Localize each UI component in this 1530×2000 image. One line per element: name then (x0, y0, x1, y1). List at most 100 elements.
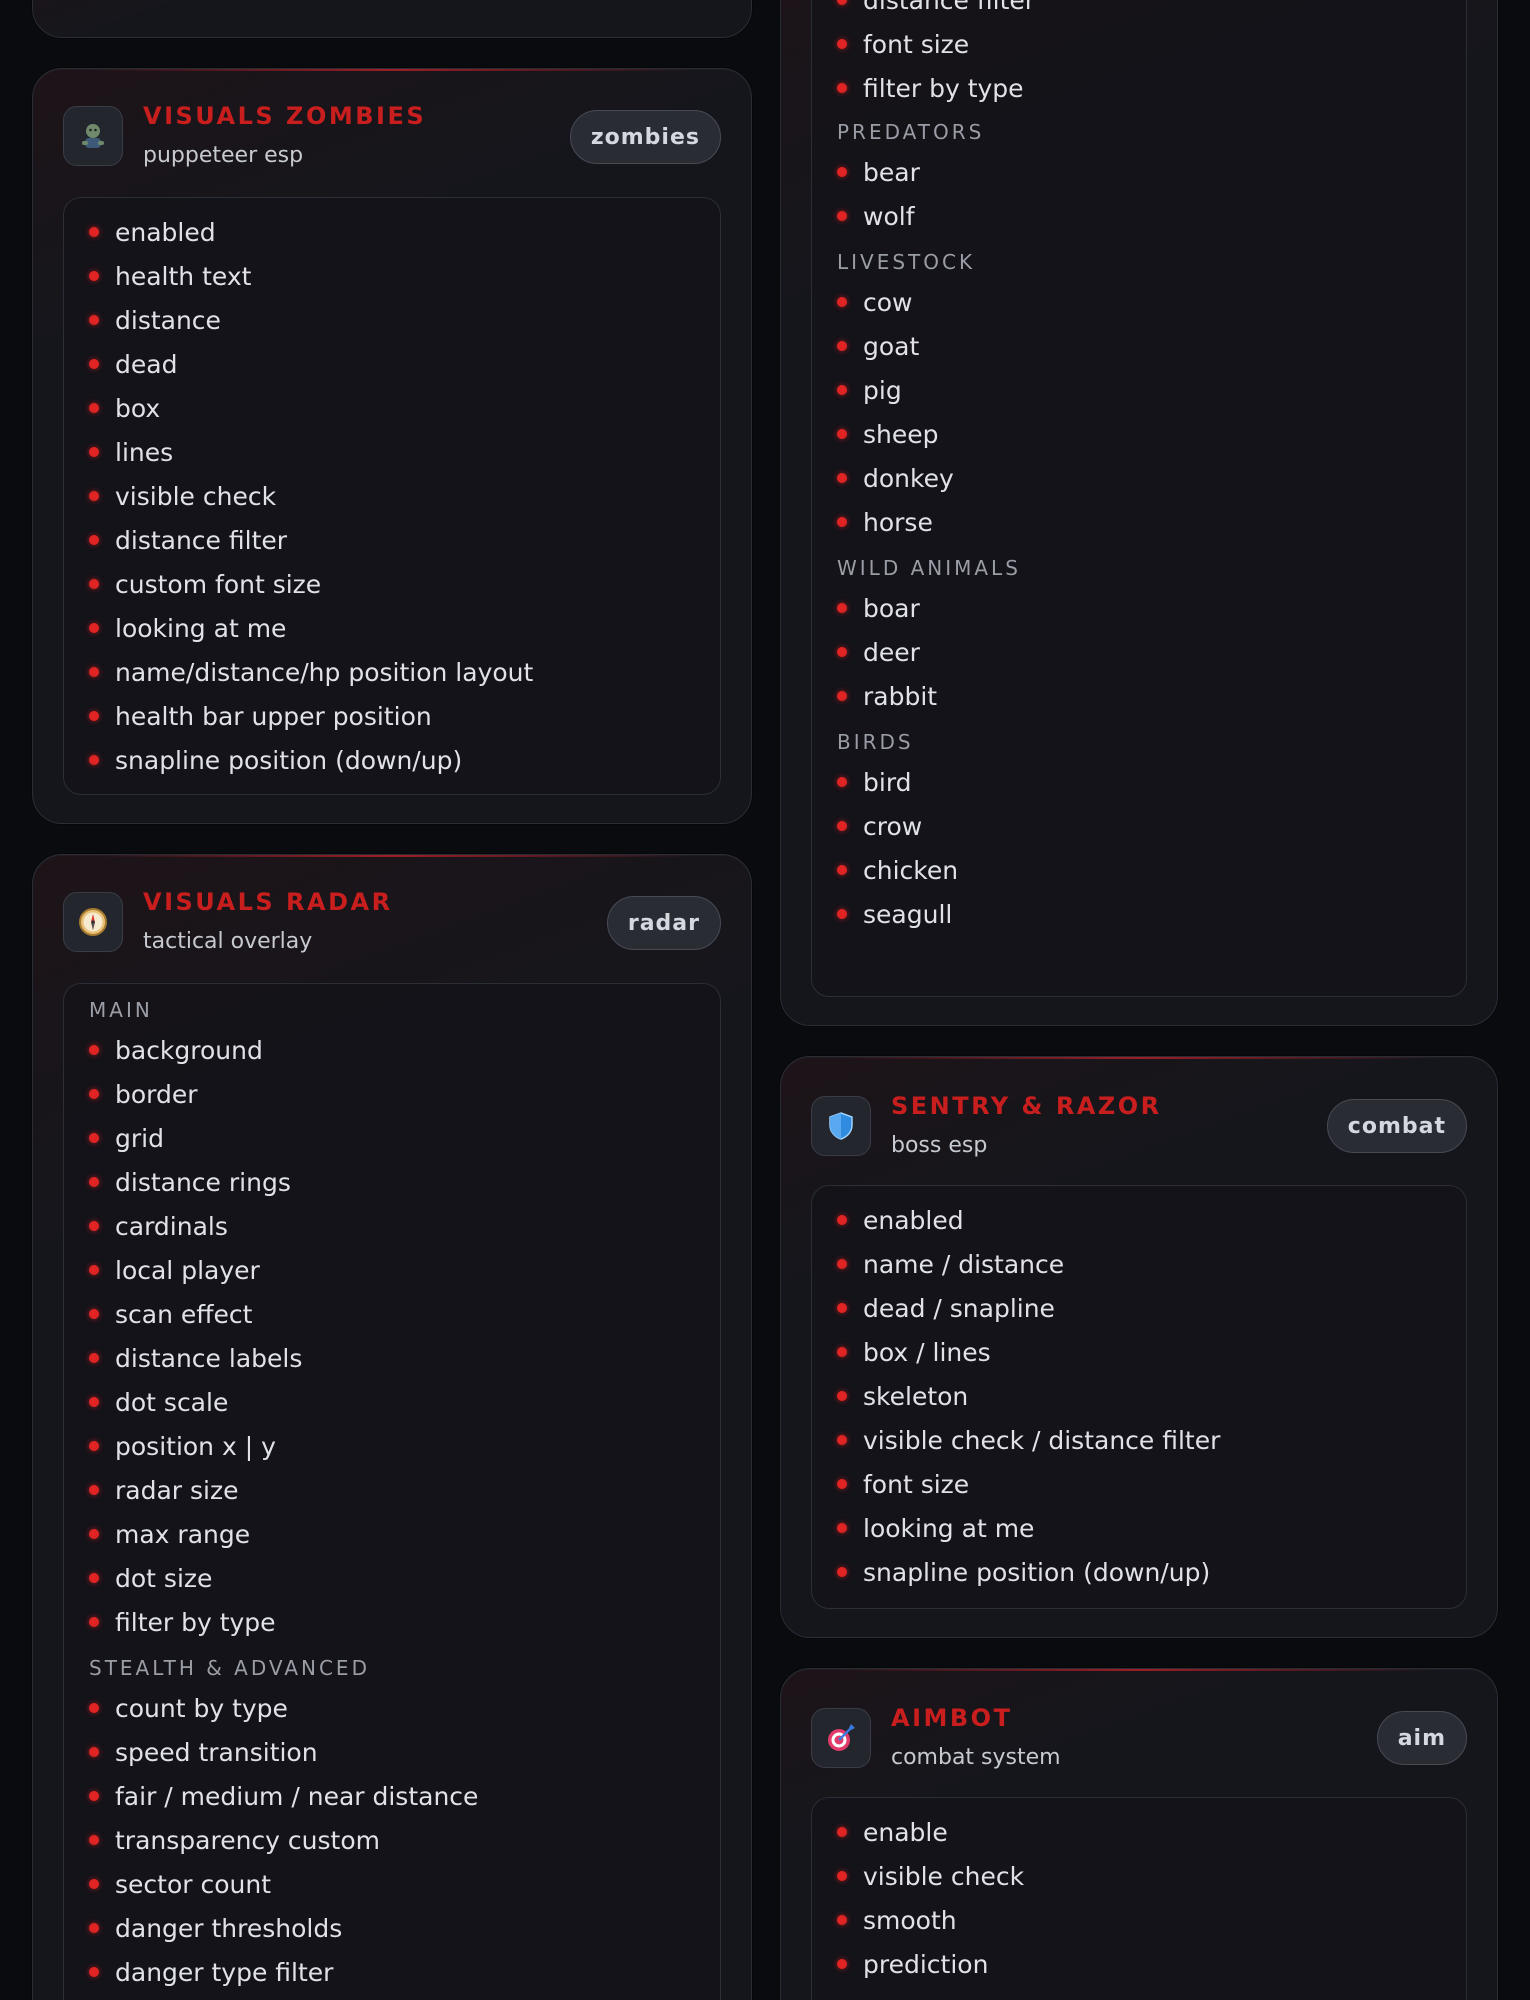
list-item[interactable]: enabled (837, 1198, 964, 1242)
list-item[interactable]: skeleton (837, 1374, 968, 1418)
list-item[interactable]: looking at me (89, 606, 286, 650)
list-item[interactable]: looking at me (837, 1506, 1034, 1550)
list-item-label: sheep (863, 419, 939, 449)
sentry-badge[interactable]: combat (1326, 1099, 1467, 1153)
list-item[interactable]: pig (837, 368, 902, 412)
bullet-icon (89, 667, 99, 677)
bullet-icon (837, 385, 847, 395)
bullet-icon (89, 755, 99, 765)
list-item-label: speed transition (115, 1737, 318, 1767)
bullet-icon (89, 1089, 99, 1099)
bullet-icon (89, 623, 99, 633)
list-item[interactable]: rabbit (837, 674, 937, 718)
aimbot-badge[interactable]: aim (1376, 1711, 1467, 1765)
bullet-icon (89, 1529, 99, 1539)
bullet-icon (837, 473, 847, 483)
list-item[interactable]: goat (837, 324, 919, 368)
animals-card: distance filter font size filter by type PR… (780, 0, 1498, 1026)
list-item[interactable]: enabled (89, 210, 216, 254)
aimbot-list-panel: enable visible check smooth prediction (811, 1797, 1467, 2000)
list-item[interactable]: position x | y (89, 1424, 276, 1468)
list-item[interactable]: chicken (837, 848, 958, 892)
list-item[interactable]: snapline position (down/up) (89, 738, 462, 782)
list-item[interactable]: visible check / distance filter (837, 1418, 1220, 1462)
radar-card: VISUALS RADAR tactical overlay radar MAI… (32, 854, 752, 2000)
bullet-icon (837, 1391, 847, 1401)
section-header: MAIN (89, 998, 153, 1022)
list-item[interactable]: font size (837, 1462, 969, 1506)
bullet-icon (837, 1303, 847, 1313)
list-item[interactable]: boar (837, 586, 920, 630)
list-item[interactable]: name / distance (837, 1242, 1064, 1286)
zombies-title: VISUALS ZOMBIES (143, 102, 427, 130)
list-item[interactable]: cow (837, 280, 913, 324)
list-item[interactable]: count by type (89, 1686, 288, 1730)
list-item[interactable]: box / lines (837, 1330, 991, 1374)
list-item[interactable]: snapline position (down/up) (837, 1550, 1210, 1594)
aimbot-icon-box (811, 1708, 871, 1768)
list-item[interactable]: donkey (837, 456, 954, 500)
list-item[interactable]: filter by type (89, 1600, 276, 1644)
list-item[interactable]: enable (837, 1810, 948, 1854)
list-item-label: prediction (863, 1949, 989, 1979)
list-item[interactable]: name/distance/hp position layout (89, 650, 533, 694)
section-header: BIRDS (837, 730, 914, 754)
list-item[interactable]: dead (89, 342, 177, 386)
list-item-label: distance (115, 305, 221, 335)
list-item[interactable]: sheep (837, 412, 939, 456)
list-item[interactable]: cardinals (89, 1204, 228, 1248)
list-item-label: enabled (115, 217, 216, 247)
list-item[interactable]: prediction (837, 1942, 988, 1986)
list-item-label: visible check (115, 481, 277, 511)
list-item[interactable]: distance filter (89, 518, 287, 562)
radar-icon-box (63, 892, 123, 952)
list-item[interactable]: local player (89, 1248, 260, 1292)
list-item[interactable]: max range (89, 1512, 250, 1556)
list-item-label: transparency custom (115, 1825, 380, 1855)
list-item[interactable]: lines (89, 430, 173, 474)
list-item[interactable]: radar size (89, 1468, 239, 1512)
list-item-label: dead (115, 349, 178, 379)
list-item[interactable]: background (89, 1028, 263, 1072)
radar-badge[interactable]: radar (606, 896, 721, 950)
list-item[interactable]: smooth (837, 1898, 957, 1942)
list-item[interactable]: scan effect (89, 1292, 252, 1336)
list-item[interactable]: grid (89, 1116, 164, 1160)
list-item[interactable]: danger type filter (89, 1950, 333, 1994)
list-item[interactable]: speed transition (89, 1730, 318, 1774)
list-item[interactable]: visible check (837, 1854, 1024, 1898)
list-item[interactable]: bear (837, 150, 920, 194)
list-item[interactable]: dead / snapline (837, 1286, 1055, 1330)
list-item[interactable]: filter by type (837, 66, 1024, 110)
list-item[interactable]: bird (837, 760, 912, 804)
list-item[interactable]: font size (837, 22, 969, 66)
list-item-label: position x | y (115, 1431, 276, 1461)
bullet-icon (837, 777, 847, 787)
list-item[interactable]: health text (89, 254, 251, 298)
list-item[interactable]: border (89, 1072, 198, 1116)
list-item[interactable]: distance rings (89, 1160, 291, 1204)
list-item[interactable]: sector count (89, 1862, 271, 1906)
list-item[interactable]: dot scale (89, 1380, 228, 1424)
list-item[interactable]: distance filter (837, 0, 1035, 22)
list-item[interactable]: custom font size (89, 562, 321, 606)
list-item[interactable]: visible check (89, 474, 276, 518)
list-item[interactable]: deer (837, 630, 920, 674)
list-item[interactable]: dot size (89, 1556, 212, 1600)
list-item[interactable]: seagull (837, 892, 952, 936)
list-item[interactable]: distance (89, 298, 221, 342)
bullet-icon (837, 39, 847, 49)
list-item[interactable]: horse (837, 500, 933, 544)
zombies-badge[interactable]: zombies (569, 110, 721, 164)
list-item[interactable]: fair / medium / near distance (89, 1774, 478, 1818)
bullet-icon (837, 865, 847, 875)
bullet-icon (89, 271, 99, 281)
list-item[interactable]: health bar upper position (89, 694, 432, 738)
list-item[interactable]: crow (837, 804, 922, 848)
list-item[interactable]: danger thresholds (89, 1906, 342, 1950)
list-item[interactable]: wolf (837, 194, 915, 238)
list-item[interactable]: distance labels (89, 1336, 302, 1380)
list-item[interactable]: box (89, 386, 160, 430)
list-item-label: cow (863, 287, 913, 317)
list-item[interactable]: transparency custom (89, 1818, 380, 1862)
